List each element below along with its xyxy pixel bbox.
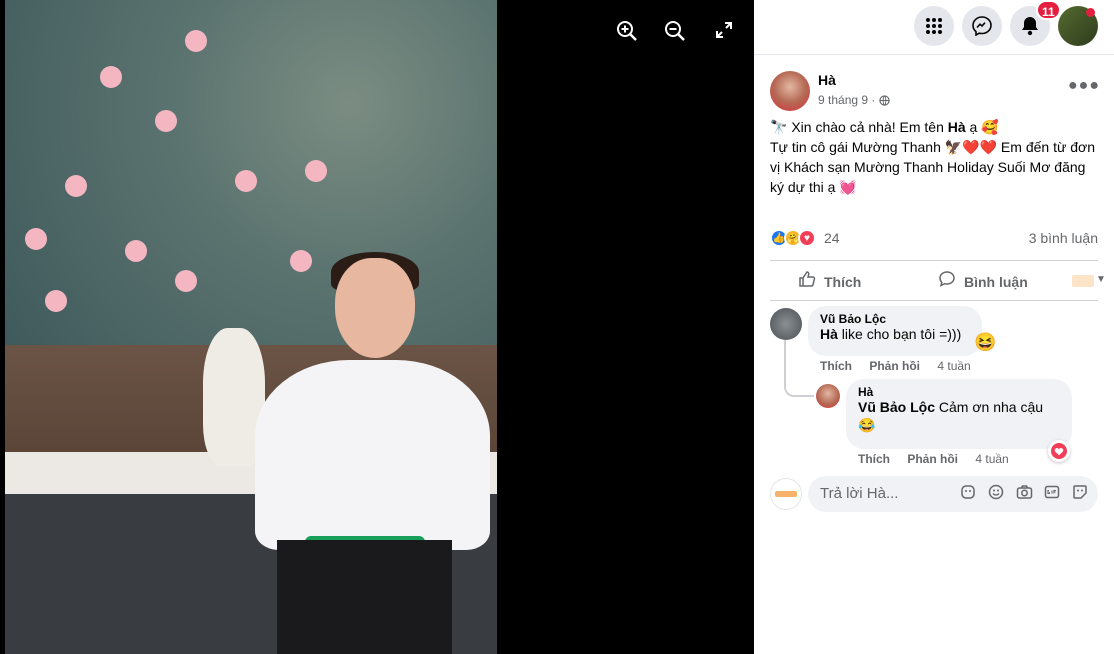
commenter-avatar[interactable] bbox=[816, 384, 840, 408]
more-options-icon[interactable]: ●●● bbox=[1068, 77, 1100, 95]
comment-reply-link[interactable]: Phản hồi bbox=[869, 359, 920, 373]
comment-like-link[interactable]: Thích bbox=[820, 359, 852, 373]
chevron-down-icon[interactable]: ▼ bbox=[1096, 274, 1106, 285]
comment-button[interactable]: Bình luận bbox=[938, 270, 1028, 293]
post-photo[interactable] bbox=[5, 0, 497, 654]
reply-thread-line bbox=[784, 340, 814, 397]
divider bbox=[770, 300, 1098, 301]
comment-like-link[interactable]: Thích bbox=[858, 452, 890, 466]
comment-icon bbox=[938, 270, 956, 293]
notification-badge: 11 bbox=[1036, 0, 1061, 20]
menu-grid-icon[interactable] bbox=[914, 6, 954, 46]
account-status-dot bbox=[1086, 8, 1095, 17]
comment-reply-link[interactable]: Phản hồi bbox=[907, 452, 958, 466]
post-meta: 9 tháng 9 · bbox=[818, 93, 890, 109]
laughing-emoji-icon: 😂 bbox=[858, 417, 876, 433]
comment-bubble: Hà Vũ Bảo Lộc Cảm ơn nha cậu 😂 bbox=[846, 379, 1072, 449]
comment-bubble: Vũ Bảo Lộc Hà like cho bạn tôi =))) bbox=[808, 306, 982, 356]
sticker-avatar-icon[interactable] bbox=[960, 484, 976, 504]
love-reaction-icon[interactable] bbox=[1048, 440, 1070, 462]
like-button[interactable]: Thích bbox=[798, 270, 861, 293]
post-emoji-icon: 🔭 bbox=[770, 119, 792, 135]
thumbs-up-icon bbox=[798, 270, 816, 293]
reply-box bbox=[808, 476, 1098, 512]
zoom-in-icon[interactable] bbox=[614, 20, 640, 46]
gif-icon[interactable] bbox=[1044, 484, 1060, 504]
post-author[interactable]: Hà bbox=[818, 72, 836, 88]
comment-time[interactable]: 4 tuần bbox=[975, 452, 1008, 466]
sticker-icon[interactable] bbox=[1072, 484, 1088, 504]
reaction-summary[interactable]: 👍 🤗 ♥ 24 bbox=[770, 229, 840, 247]
messenger-icon[interactable] bbox=[962, 6, 1002, 46]
globe-icon bbox=[879, 95, 890, 109]
post-date[interactable]: 9 tháng 9 bbox=[818, 93, 868, 107]
post-body: 🔭 Xin chào cả nhà! Em tên Hà ạ 🥰 Tự tin … bbox=[770, 119, 1095, 195]
author-avatar[interactable] bbox=[770, 71, 810, 111]
photo-viewer bbox=[0, 0, 754, 654]
zoom-out-icon[interactable] bbox=[662, 20, 688, 46]
page-avatar[interactable] bbox=[770, 478, 802, 510]
page-avatar-thumb[interactable] bbox=[1072, 275, 1094, 287]
love-reaction-icon: ♥ bbox=[798, 229, 816, 247]
reaction-count: 24 bbox=[824, 230, 840, 246]
post-panel: Hà 9 tháng 9 · ●●● 🔭 Xin chào cả nhà! Em… bbox=[754, 55, 1114, 654]
commenter-avatar[interactable] bbox=[770, 308, 802, 340]
comment-count[interactable]: 3 bình luận bbox=[1029, 230, 1098, 246]
comment-time[interactable]: 4 tuần bbox=[937, 359, 970, 373]
fullscreen-icon[interactable] bbox=[711, 20, 737, 46]
divider bbox=[770, 260, 1098, 261]
reply-input[interactable] bbox=[820, 485, 960, 502]
camera-icon[interactable] bbox=[1016, 484, 1033, 504]
comment-actions: Thích Phản hồi 4 tuần bbox=[820, 359, 971, 373]
emoji-icon[interactable] bbox=[988, 484, 1004, 504]
laughing-emoji-icon: 😆 bbox=[974, 332, 997, 352]
comment-actions: Thích Phản hồi 4 tuần bbox=[858, 452, 1009, 466]
